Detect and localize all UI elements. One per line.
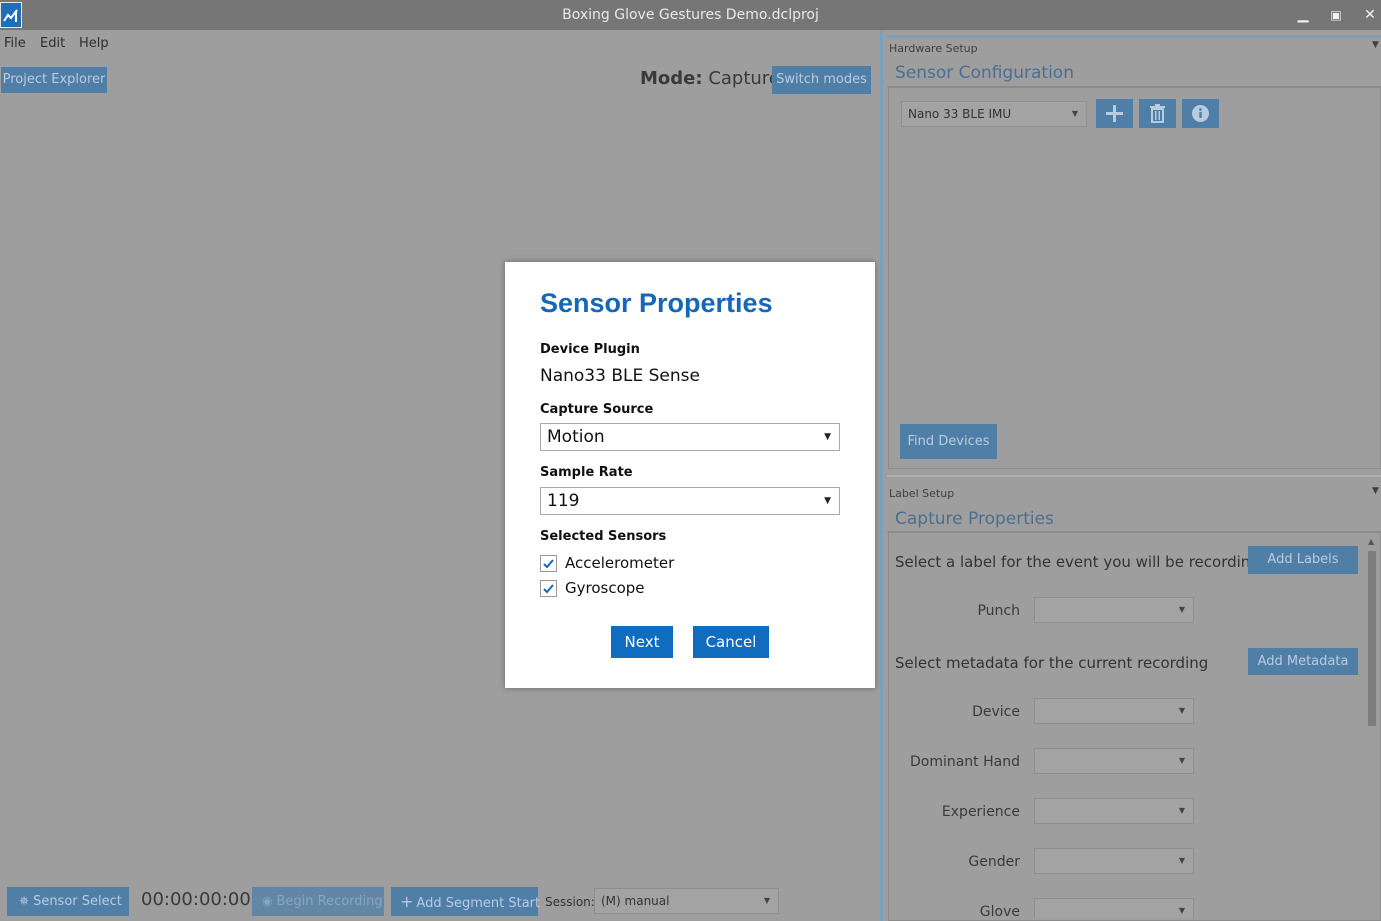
plus-icon: + [400,892,414,911]
accelerometer-checkbox[interactable] [540,555,557,572]
chevron-down-icon: ▼ [1178,605,1185,614]
gender-select[interactable]: ▼ [1034,848,1194,874]
device-select-value: Nano 33 BLE IMU [908,107,1012,121]
sample-rate-value: 119 [547,491,580,511]
next-button[interactable]: Next [611,626,673,658]
record-icon: ◉ [262,894,273,908]
sensor-properties-dialog: Sensor Properties Device Plugin Nano33 B… [505,262,875,688]
chevron-down-icon[interactable]: ▼ [1372,40,1379,50]
window-title: Boxing Glove Gestures Demo.dclproj [562,7,819,23]
scrollbar-thumb[interactable] [1368,551,1376,726]
sensor-select-button[interactable]: ✵ Sensor Select [7,887,129,916]
cancel-button[interactable]: Cancel [693,626,769,658]
menu-file[interactable]: File [4,36,26,51]
plus-icon [1106,105,1123,122]
sensor-configuration-title: Sensor Configuration [895,63,1074,83]
menu-edit[interactable]: Edit [40,36,65,51]
sensor-info-button[interactable] [1182,99,1219,128]
pane-accent-line [887,35,1381,38]
find-devices-button[interactable]: Find Devices [900,424,997,459]
project-explorer-button[interactable]: Project Explorer [1,67,107,93]
scroll-up-icon[interactable]: ▲ [1368,537,1374,546]
section-splitter[interactable] [887,475,1381,477]
add-sensor-button[interactable] [1096,99,1133,128]
experience-label: Experience [941,804,1020,820]
check-icon [543,584,554,594]
mode-prefix: Mode: [640,68,703,89]
label-setup-header: Label Setup [889,487,955,500]
recording-timer: 00:00:00:00 [141,889,251,910]
session-select[interactable]: (M) manual ▼ [594,888,779,914]
device-metadata-select[interactable]: ▼ [1034,698,1194,724]
chevron-down-icon: ▼ [1178,906,1185,915]
glove-label: Glove [979,904,1020,918]
dominant-hand-select[interactable]: ▼ [1034,748,1194,774]
chevron-down-icon: ▼ [1178,756,1185,765]
accelerometer-label: Accelerometer [565,554,675,572]
info-icon [1192,105,1209,122]
maximize-icon[interactable]: ▣ [1326,5,1346,25]
punch-label: Punch [977,603,1020,619]
capture-properties-scrollbar[interactable]: ▲ [1366,537,1379,917]
dominant-hand-label: Dominant Hand [909,754,1020,770]
session-label: Session: [545,895,595,909]
chevron-down-icon: ▼ [824,432,831,442]
chevron-down-icon: ▼ [824,496,831,506]
chevron-down-icon: ▼ [1071,109,1078,118]
menu-help[interactable]: Help [79,36,109,51]
begin-recording-button[interactable]: ◉ Begin Recording [252,887,384,916]
chevron-down-icon[interactable]: ▼ [1372,486,1379,496]
experience-select[interactable]: ▼ [1034,798,1194,824]
sample-rate-label: Sample Rate [540,465,633,480]
add-segment-start-button[interactable]: + Add Segment Start [391,887,541,916]
switch-modes-button[interactable]: Switch modes [772,66,871,94]
device-select[interactable]: Nano 33 BLE IMU ▼ [901,101,1087,127]
punch-select[interactable]: ▼ [1034,597,1194,623]
label-prompt: Select a label for the event you will be… [895,553,1260,571]
begin-recording-label: Begin Recording [276,894,383,909]
trash-icon [1150,104,1165,123]
mode-value: Capture [708,68,780,89]
add-segment-start-label: Add Segment Start [416,896,541,911]
capture-source-label: Capture Source [540,402,654,417]
sensor-select-label: Sensor Select [33,894,122,909]
check-icon [543,559,554,569]
device-plugin-value: Nano33 BLE Sense [540,366,700,386]
selected-sensors-label: Selected Sensors [540,529,667,544]
chevron-down-icon: ▼ [1178,806,1185,815]
hardware-setup-header: Hardware Setup [889,42,978,55]
chevron-down-icon: ▼ [763,896,770,905]
gender-label: Gender [968,854,1020,870]
dialog-title: Sensor Properties [540,288,773,318]
delete-sensor-button[interactable] [1139,99,1176,128]
sample-rate-select[interactable]: 119 ▼ [540,487,840,515]
device-label: Device [972,704,1020,720]
gyroscope-checkbox[interactable] [540,580,557,597]
glove-row-clip: Glove ▼ [880,898,1200,918]
session-select-value: (M) manual [601,894,670,908]
sensor-icon: ✵ [19,894,30,908]
mode-indicator: Mode: Capture [640,68,780,89]
device-plugin-label: Device Plugin [540,342,640,357]
add-labels-button[interactable]: Add Labels [1248,546,1358,574]
add-metadata-button[interactable]: Add Metadata [1248,648,1358,675]
close-icon[interactable]: ✕ [1360,5,1380,25]
capture-properties-title: Capture Properties [895,509,1054,529]
sensor-config-panel [888,87,1381,469]
chevron-down-icon: ▼ [1178,706,1185,715]
chevron-down-icon: ▼ [1178,856,1185,865]
minimize-icon[interactable]: ▁ [1293,5,1313,25]
capture-source-select[interactable]: Motion ▼ [540,423,840,451]
metadata-prompt: Select metadata for the current recordin… [895,654,1209,672]
gyroscope-label: Gyroscope [565,579,645,597]
title-bar: Boxing Glove Gestures Demo.dclproj ▁ ▣ ✕ [0,0,1381,30]
glove-select[interactable]: ▼ [1034,898,1194,918]
capture-source-value: Motion [547,427,605,447]
